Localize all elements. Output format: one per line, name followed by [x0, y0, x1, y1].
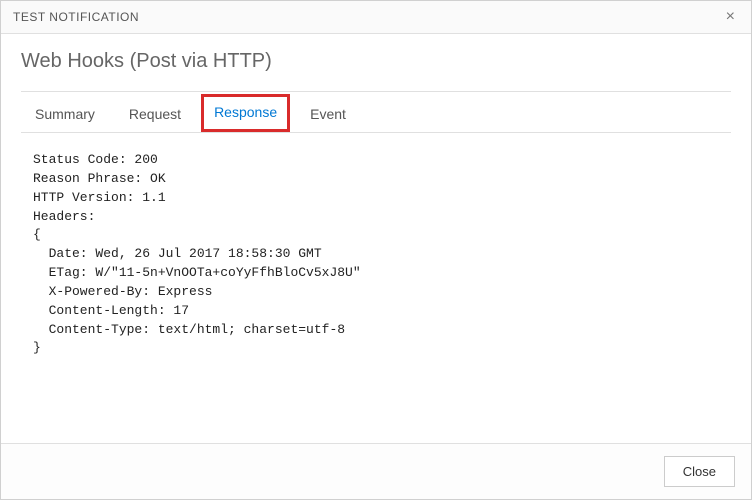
- response-body: Status Code: 200 Reason Phrase: OK HTTP …: [21, 133, 731, 443]
- tab-event[interactable]: Event: [296, 94, 360, 132]
- dialog-content: Web Hooks (Post via HTTP) Summary Reques…: [1, 34, 751, 443]
- tabs: Summary Request Response Event: [21, 94, 731, 133]
- page-title: Web Hooks (Post via HTTP): [21, 50, 731, 73]
- dialog: TEST NOTIFICATION × Web Hooks (Post via …: [0, 0, 752, 500]
- titlebar: TEST NOTIFICATION ×: [1, 1, 751, 34]
- tab-response[interactable]: Response: [201, 94, 290, 132]
- tabs-top-border: [21, 91, 731, 92]
- close-icon[interactable]: ×: [722, 9, 739, 25]
- tab-request[interactable]: Request: [115, 94, 195, 132]
- dialog-footer: Close: [1, 443, 751, 499]
- dialog-title: TEST NOTIFICATION: [13, 10, 139, 24]
- tab-summary[interactable]: Summary: [21, 94, 109, 132]
- close-button[interactable]: Close: [664, 456, 735, 487]
